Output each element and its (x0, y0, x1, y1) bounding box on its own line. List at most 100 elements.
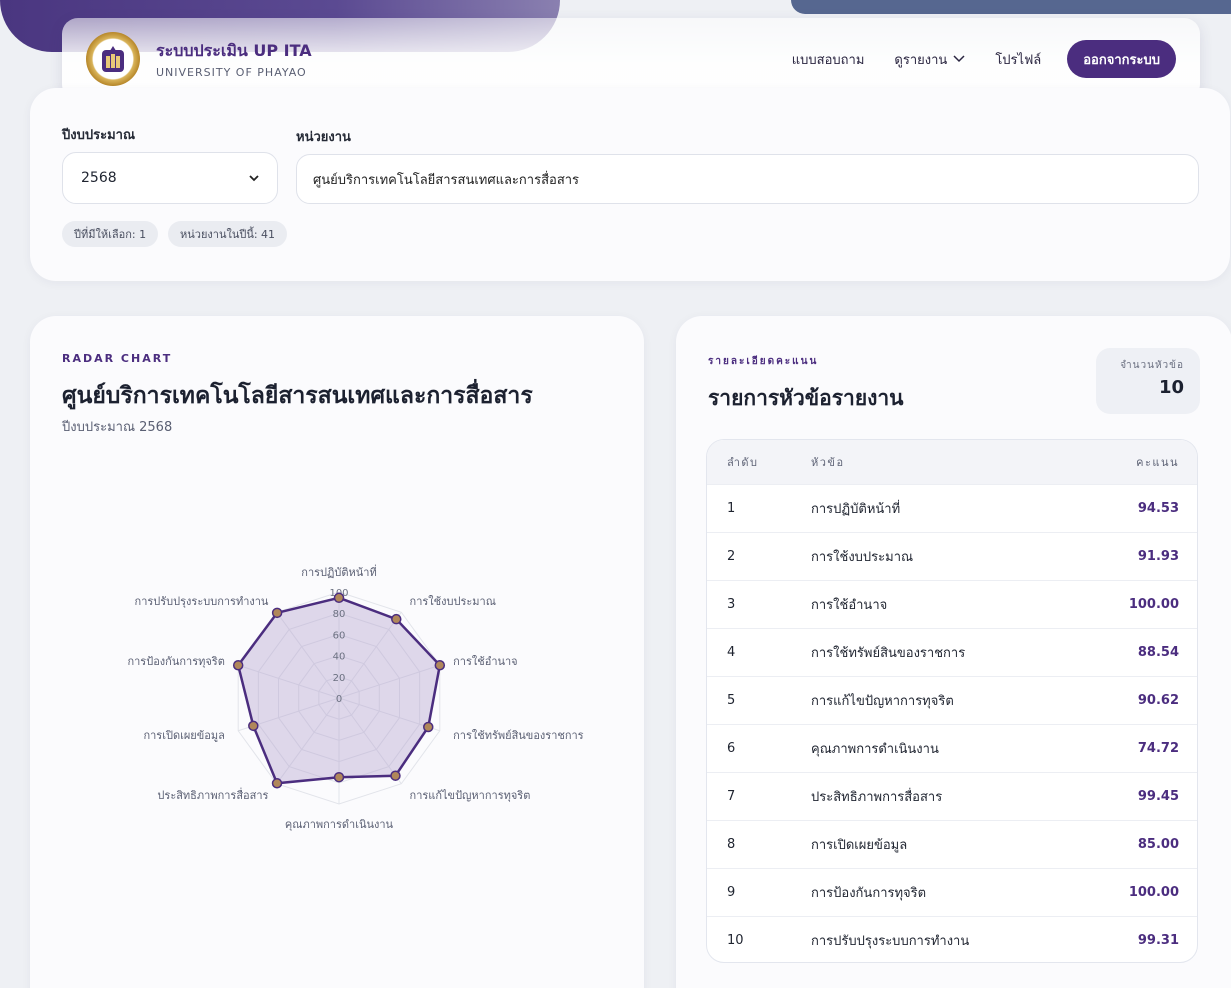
row-score: 91.93 (1137, 549, 1179, 564)
brand-title: ระบบประเมิน UP ITA (156, 41, 312, 60)
chevron-down-icon (249, 174, 259, 181)
radar-data-point (271, 607, 283, 619)
nav-profile[interactable]: โปรไฟล์ (995, 49, 1041, 70)
row-score: 99.45 (1137, 789, 1179, 804)
radar-tick-label: 40 (333, 652, 346, 663)
score-table: ลำดับ หัวข้อ คะแนน 1 การปฏิบัติหน้าที่ 94.… (706, 439, 1198, 963)
radar-category-label: ประสิทธิภาพการสื่อสาร (157, 787, 268, 802)
brand: ระบบประเมิน UP ITA UNIVERSITY OF PHAYAO (156, 39, 312, 79)
row-topic: การป้องกันการทุจริต (811, 886, 927, 901)
radar-category-label: การแก้ไขปัญหาการทุจริต (410, 789, 531, 802)
row-score: 94.53 (1137, 501, 1179, 516)
row-index: 1 (727, 501, 736, 516)
column-header-score: คะแนน (1136, 456, 1179, 469)
radar-category-label: คุณภาพการดำเนินงาน (285, 818, 394, 831)
row-topic: การแก้ไขปัญหาการทุจริต (811, 694, 954, 709)
radar-series-area (236, 596, 442, 785)
radar-category-label: การป้องกันการทุจริต (127, 655, 224, 668)
table-title: รายการหัวข้อรายงาน (708, 386, 904, 410)
table-row: 2 การใช้งบประมาณ 91.93 (707, 532, 1197, 580)
chevron-down-icon (953, 55, 965, 63)
year-select[interactable]: 2568 (62, 152, 278, 204)
unit-input[interactable]: ศูนย์บริการเทคโนโลยีสารสนเทศและการสื่อสา… (296, 154, 1199, 204)
radar-chart-panel: RADAR CHART ศูนย์บริการเทคโนโลยีสารสนเทศ… (30, 316, 644, 988)
row-index: 3 (727, 597, 736, 612)
row-topic: การใช้งบประมาณ (811, 550, 914, 565)
row-index: 9 (727, 885, 736, 900)
table-row: 10 การปรับปรุงระบบการทำงาน 99.31 (707, 916, 1197, 962)
row-index: 2 (727, 549, 736, 564)
row-topic: คุณภาพการดำเนินงาน (811, 742, 939, 757)
radar-data-point (423, 721, 434, 733)
radar-data-point (333, 771, 345, 783)
row-topic: ประสิทธิภาพการสื่อสาร (811, 790, 943, 805)
year-label: ปีงบประมาณ (62, 128, 135, 143)
radar-tick-label: 20 (333, 673, 346, 684)
row-topic: การปรับปรุงระบบการทำงาน (811, 934, 970, 949)
nav-links: แบบสอบถาม ดูรายงาน โปรไฟล์ ออกจากระบบ (792, 40, 1176, 78)
nav-reports-dropdown[interactable]: ดูรายงาน (894, 49, 965, 70)
radar-category-label: การปรับปรุงระบบการทำงาน (135, 595, 269, 608)
header-background-right (791, 0, 1231, 14)
radar-tick-label: 80 (333, 609, 346, 620)
table-row: 4 การใช้ทรัพย์สินของราชการ 88.54 (707, 628, 1197, 676)
column-header-index: ลำดับ (727, 456, 759, 469)
logout-button[interactable]: ออกจากระบบ (1067, 40, 1176, 78)
unit-input-value: ศูนย์บริการเทคโนโลยีสารสนเทศและการสื่อสา… (313, 172, 580, 188)
row-topic: การเปิดเผยข้อมูล (811, 838, 908, 853)
row-score: 100.00 (1128, 597, 1179, 612)
topic-count-value: 10 (1158, 377, 1184, 398)
table-row: 3 การใช้อำนาจ 100.00 (707, 580, 1197, 628)
row-topic: การปฏิบัติหน้าที่ (811, 502, 901, 517)
radar-data-point (333, 592, 345, 604)
nav-reports-label: ดูรายงาน (894, 52, 948, 68)
chart-subtitle: ปีงบประมาณ 2568 (62, 420, 173, 435)
table-eyebrow: รายละเอียดคะแนน (708, 356, 819, 367)
radar-category-label: การปฏิบัติหน้าที่ (301, 564, 376, 579)
chart-eyebrow: RADAR CHART (62, 352, 173, 365)
row-score: 100.00 (1128, 885, 1179, 900)
table-row: 8 การเปิดเผยข้อมูล 85.00 (707, 820, 1197, 868)
table-header: ลำดับ หัวข้อ คะแนน (707, 440, 1197, 484)
row-index: 5 (727, 693, 736, 708)
nav-questionnaire[interactable]: แบบสอบถาม (792, 49, 865, 70)
row-topic: การใช้ทรัพย์สินของราชการ (811, 646, 966, 661)
column-header-topic: หัวข้อ (811, 456, 845, 469)
units-in-year-badge: หน่วยงานในปีนี้: 41 (168, 221, 288, 247)
radar-data-point (434, 659, 446, 671)
university-crest-icon[interactable] (86, 32, 140, 86)
radar-data-point (390, 770, 401, 781)
radar-tick-label: 60 (333, 630, 346, 641)
filter-panel: ปีงบประมาณ หน่วยงาน 2568 ศูนย์บริการเทคโ… (30, 88, 1230, 281)
radar-data-point (271, 778, 283, 789)
row-index: 8 (727, 837, 736, 852)
row-index: 10 (727, 933, 744, 948)
row-score: 90.62 (1137, 693, 1179, 708)
years-available-badge: ปีที่มีให้เลือก: 1 (62, 221, 159, 247)
radar-data-point (232, 659, 244, 671)
row-score: 74.72 (1137, 741, 1179, 756)
radar-data-point (248, 720, 259, 732)
row-score: 88.54 (1137, 645, 1179, 660)
table-row: 9 การป้องกันการทุจริต 100.00 (707, 868, 1197, 916)
chart-title: ศูนย์บริการเทคโนโลยีสารสนเทศและการสื่อสา… (62, 383, 533, 409)
row-topic: การใช้อำนาจ (811, 598, 888, 613)
table-row: 1 การปฏิบัติหน้าที่ 94.53 (707, 484, 1197, 532)
table-row: 5 การแก้ไขปัญหาการทุจริต 90.62 (707, 676, 1197, 724)
row-score: 85.00 (1137, 837, 1179, 852)
brand-subtitle: UNIVERSITY OF PHAYAO (156, 66, 307, 79)
topic-count-box: จำนวนหัวข้อ 10 (1096, 348, 1200, 414)
radar-data-point (391, 613, 402, 625)
table-row: 6 คุณภาพการดำเนินงาน 74.72 (707, 724, 1197, 772)
row-score: 99.31 (1137, 933, 1179, 948)
row-index: 6 (727, 741, 736, 756)
radar-category-label: การใช้งบประมาณ (410, 595, 496, 608)
table-body: 1 การปฏิบัติหน้าที่ 94.53 2 การใช้งบประมาณ 91… (707, 484, 1197, 962)
score-table-panel: รายละเอียดคะแนน รายการหัวข้อรายงาน จำนวน… (676, 316, 1231, 988)
radar-category-label: การใช้ทรัพย์สินของราชการ (453, 729, 584, 742)
radar-tick-label: 0 (336, 694, 342, 705)
unit-label: หน่วยงาน (296, 130, 351, 145)
row-index: 7 (727, 789, 736, 804)
topic-count-label: จำนวนหัวข้อ (1120, 360, 1184, 371)
year-select-value: 2568 (81, 170, 117, 186)
